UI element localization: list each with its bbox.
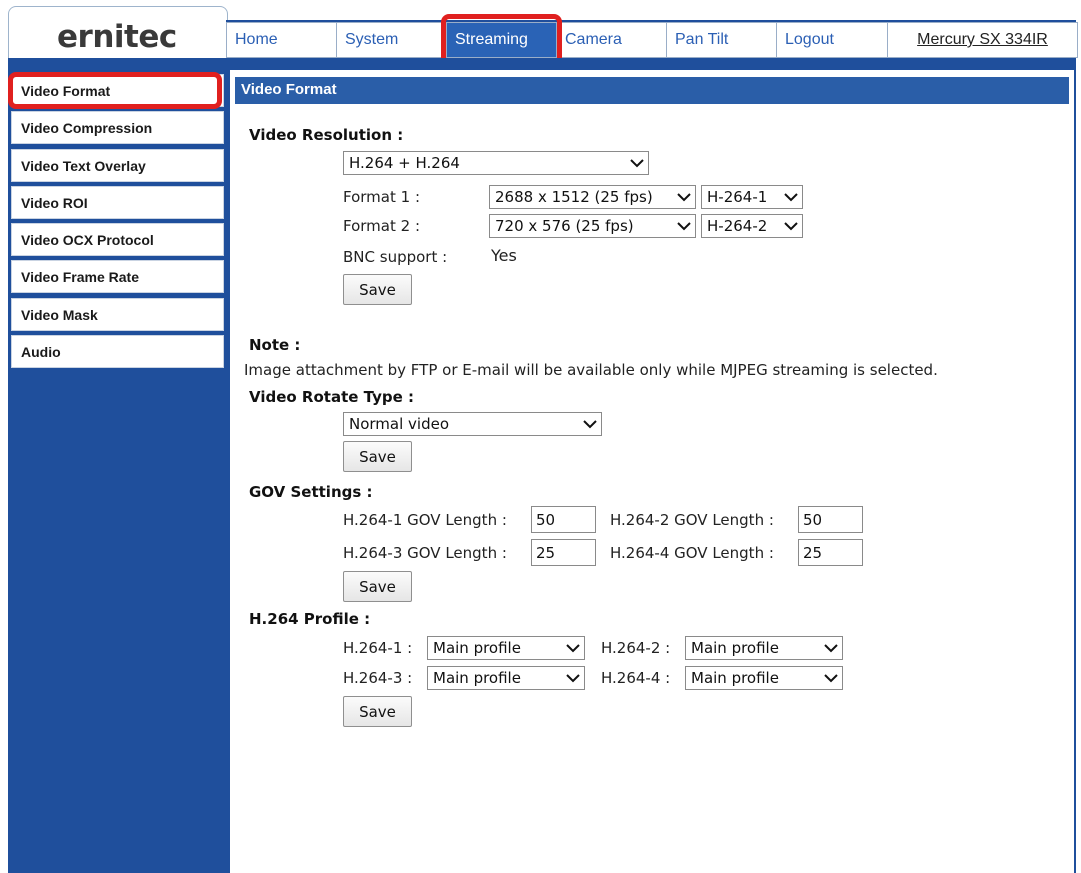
profile-h2-label: H.264-2 : <box>601 639 671 657</box>
format2-resolution-select[interactable]: 720 x 576 (25 fps) <box>489 214 696 238</box>
resolution-save-button[interactable]: Save <box>343 274 412 305</box>
video-format-highlight-box <box>8 72 222 109</box>
page-title: Video Format <box>241 81 337 98</box>
note-heading: Note : <box>249 336 301 354</box>
gov-h4-label: H.264-4 GOV Length : <box>610 544 774 562</box>
bnc-support-value: Yes <box>491 246 517 265</box>
format1-resolution-value: 2688 x 1512 (25 fps) <box>495 188 653 206</box>
profile-h4-label: H.264-4 : <box>601 669 671 687</box>
note-text: Image attachment by FTP or E-mail will b… <box>244 361 938 379</box>
format2-label: Format 2 : <box>343 217 420 235</box>
rotate-save-button[interactable]: Save <box>343 441 412 472</box>
brand-logo: ernitec <box>57 19 177 55</box>
rotate-type-value: Normal video <box>349 415 450 433</box>
resolution-mode-value: H.264 + H.264 <box>349 154 460 172</box>
sidebar-item-video-roi[interactable]: Video ROI <box>11 186 224 219</box>
profile-h3-label: H.264-3 : <box>343 669 413 687</box>
gov-settings-heading: GOV Settings : <box>249 483 373 501</box>
nav-pan-tilt[interactable]: Pan Tilt <box>667 22 777 58</box>
chevron-down-icon <box>566 674 580 683</box>
nav-camera[interactable]: Camera <box>557 22 667 58</box>
logo-tab: ernitec <box>8 6 228 59</box>
rotate-type-select[interactable]: Normal video <box>343 412 602 436</box>
gov-h3-label: H.264-3 GOV Length : <box>343 544 507 562</box>
format1-stream-select[interactable]: H-264-1 <box>701 185 803 209</box>
profile-h3-value: Main profile <box>433 669 521 687</box>
format2-resolution-value: 720 x 576 (25 fps) <box>495 217 634 235</box>
sidebar-item-video-text-overlay[interactable]: Video Text Overlay <box>11 149 224 182</box>
format2-stream-value: H-264-2 <box>707 217 768 235</box>
chevron-down-icon <box>566 644 580 653</box>
sidebar-item-video-compression[interactable]: Video Compression <box>11 111 224 144</box>
chevron-down-icon <box>583 420 597 429</box>
profile-h2-select[interactable]: Main profile <box>685 636 843 660</box>
section-header <box>235 77 1069 104</box>
chevron-down-icon <box>630 159 644 168</box>
h264-profile-heading: H.264 Profile : <box>249 610 371 628</box>
sidebar-item-video-ocx-protocol[interactable]: Video OCX Protocol <box>11 223 224 256</box>
gov-h2-label: H.264-2 GOV Length : <box>610 511 774 529</box>
profile-h1-label: H.264-1 : <box>343 639 413 657</box>
sidebar-item-video-mask[interactable]: Video Mask <box>11 298 224 331</box>
nav-model[interactable]: Mercury SX 334IR <box>888 22 1078 58</box>
resolution-mode-select[interactable]: H.264 + H.264 <box>343 151 649 175</box>
profile-h2-value: Main profile <box>691 639 779 657</box>
gov-h3-input[interactable]: 25 <box>531 539 596 566</box>
video-resolution-heading: Video Resolution : <box>249 126 404 144</box>
sidebar: Video Format Video Compression Video Tex… <box>8 70 230 873</box>
sidebar-item-video-frame-rate[interactable]: Video Frame Rate <box>11 260 224 293</box>
profile-h3-select[interactable]: Main profile <box>427 666 585 690</box>
chevron-down-icon <box>824 674 838 683</box>
sidebar-item-audio[interactable]: Audio <box>11 335 224 368</box>
profile-h4-value: Main profile <box>691 669 779 687</box>
chevron-down-icon <box>784 222 798 231</box>
format1-label: Format 1 : <box>343 188 420 206</box>
gov-h1-label: H.264-1 GOV Length : <box>343 511 507 529</box>
gov-h1-input[interactable]: 50 <box>531 506 596 533</box>
format2-stream-select[interactable]: H-264-2 <box>701 214 803 238</box>
gov-h2-input[interactable]: 50 <box>798 506 863 533</box>
video-rotate-heading: Video Rotate Type : <box>249 388 414 406</box>
header-blue-bar <box>8 58 1076 70</box>
chevron-down-icon <box>677 222 691 231</box>
nav-home[interactable]: Home <box>226 22 337 58</box>
format1-resolution-select[interactable]: 2688 x 1512 (25 fps) <box>489 185 696 209</box>
chevron-down-icon <box>784 193 798 202</box>
profile-h1-value: Main profile <box>433 639 521 657</box>
gov-h4-input[interactable]: 25 <box>798 539 863 566</box>
profile-h1-select[interactable]: Main profile <box>427 636 585 660</box>
nav-logout[interactable]: Logout <box>777 22 888 58</box>
bnc-support-label: BNC support : <box>343 248 448 266</box>
gov-save-button[interactable]: Save <box>343 571 412 602</box>
chevron-down-icon <box>824 644 838 653</box>
nav-system[interactable]: System <box>337 22 447 58</box>
chevron-down-icon <box>677 193 691 202</box>
top-nav: Home System Streaming Camera Pan Tilt Lo… <box>226 22 1078 58</box>
profile-h4-select[interactable]: Main profile <box>685 666 843 690</box>
format1-stream-value: H-264-1 <box>707 188 768 206</box>
profile-save-button[interactable]: Save <box>343 696 412 727</box>
